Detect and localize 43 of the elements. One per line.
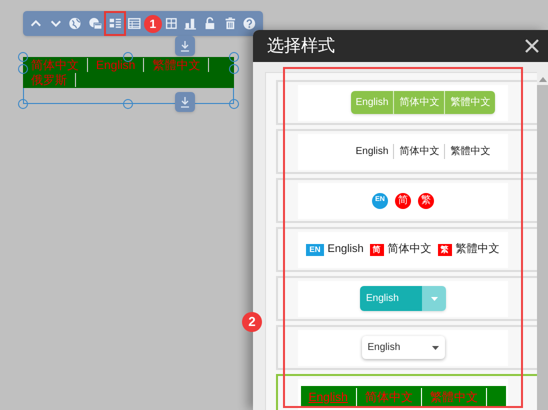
download-icon xyxy=(180,96,190,108)
style-option[interactable]: English xyxy=(276,276,537,321)
columns-icon[interactable] xyxy=(164,15,178,32)
caret-icon xyxy=(432,346,438,350)
step-badge: 1 xyxy=(144,14,162,32)
style-option[interactable]: English 简体中文 繁體中文 xyxy=(276,129,537,174)
language-link[interactable]: 简体中文 xyxy=(388,241,432,258)
language-link[interactable]: 简体中文 xyxy=(393,144,444,159)
language-select[interactable]: English xyxy=(362,336,444,359)
caret-icon xyxy=(430,296,438,300)
language-button[interactable]: English xyxy=(350,91,394,114)
resize-handle[interactable] xyxy=(18,99,28,109)
language-link[interactable]: 繁體中文 xyxy=(152,58,210,72)
table-icon[interactable] xyxy=(127,15,142,32)
language-tag: 繁 xyxy=(438,244,452,256)
resize-handle[interactable] xyxy=(123,99,133,109)
style-option[interactable]: EN English 简 简体中文 繁 繁體中文 xyxy=(276,227,537,272)
language-tag: 简 xyxy=(370,244,384,256)
step-badge: 2 xyxy=(242,312,262,332)
download-button[interactable] xyxy=(175,36,195,56)
trash-icon[interactable] xyxy=(222,15,238,32)
style-option[interactable]: English 简体中文 繁體中文 xyxy=(276,80,537,125)
language-button[interactable]: 繁體中文 xyxy=(444,91,496,114)
language-link[interactable]: English xyxy=(328,241,364,258)
scrollbar[interactable] xyxy=(537,72,548,410)
dialog-title: 选择样式 xyxy=(267,35,335,58)
download-button[interactable] xyxy=(175,92,195,112)
language-button[interactable]: 简体中文 xyxy=(393,91,444,114)
language-link[interactable]: 繁體中文 xyxy=(444,144,496,159)
language-badge[interactable]: 简 xyxy=(395,192,411,208)
close-icon[interactable] xyxy=(524,38,540,54)
help-icon[interactable] xyxy=(242,15,258,32)
globe-icon[interactable] xyxy=(68,15,83,32)
resize-handle[interactable] xyxy=(123,52,133,62)
style-option[interactable]: English xyxy=(276,325,537,370)
resize-handle[interactable] xyxy=(229,99,239,109)
download-icon xyxy=(180,40,190,52)
language-link[interactable]: English xyxy=(350,144,394,159)
language-badge[interactable]: 繁 xyxy=(418,192,434,208)
scroll-up-arrow-icon[interactable] xyxy=(538,76,546,82)
globe-window-icon[interactable] xyxy=(88,15,103,32)
language-tag: EN xyxy=(306,244,324,256)
language-link[interactable]: 繁體中文 xyxy=(456,241,500,258)
